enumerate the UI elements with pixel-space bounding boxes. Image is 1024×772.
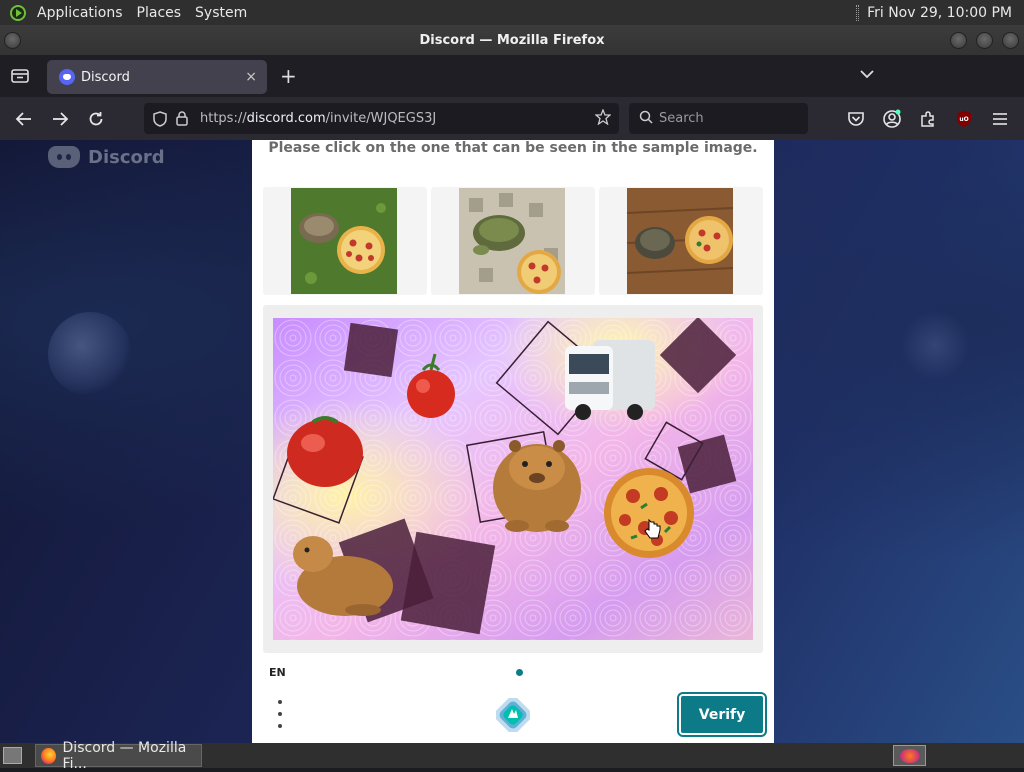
system-menu[interactable]: System: [188, 5, 254, 21]
firefox-icon: [41, 747, 56, 764]
discord-wordmark: Discord: [88, 146, 165, 168]
sample-tortoise-pizza-wood-image: [627, 188, 733, 294]
bottom-taskbar: Discord — Mozilla Fi...: [0, 740, 1024, 772]
language-selector[interactable]: EN: [269, 666, 286, 679]
task-image-area: [263, 305, 763, 653]
challenge-task-image[interactable]: [273, 318, 753, 640]
svg-text:uO: uO: [959, 116, 968, 123]
search-bar[interactable]: Search: [629, 103, 808, 134]
lock-icon[interactable]: [174, 111, 190, 127]
sample-tortoise-pizza-grass-image: [291, 188, 397, 294]
top-panel: Applications Places System Fri Nov 29, 1…: [0, 0, 1024, 25]
sample-image: [263, 187, 427, 295]
close-window-button[interactable]: [1002, 32, 1019, 49]
search-icon: [639, 110, 653, 128]
pocket-icon[interactable]: [844, 107, 868, 131]
shield-icon[interactable]: [152, 110, 168, 127]
discord-favicon-icon: [59, 69, 75, 85]
close-tab-icon[interactable]: ×: [245, 69, 257, 85]
discord-logo[interactable]: Discord: [48, 146, 165, 168]
clock[interactable]: Fri Nov 29, 10:00 PM: [867, 5, 1012, 21]
challenge-progress-dot: [516, 669, 523, 676]
taskbar-item-firefox[interactable]: Discord — Mozilla Fi...: [35, 740, 202, 772]
back-arrow-icon[interactable]: [12, 107, 36, 131]
nav-toolbar: https://discord.com/invite/WJQEGS3J Sear…: [0, 97, 1024, 140]
hcaptcha-logo-icon[interactable]: [494, 696, 532, 736]
new-tab-button[interactable]: +: [280, 64, 297, 88]
background-orb: [48, 312, 132, 396]
extensions-puzzle-icon[interactable]: [916, 107, 940, 131]
reload-icon[interactable]: [84, 107, 108, 131]
window-menu-button[interactable]: [4, 32, 21, 49]
verify-button[interactable]: Verify: [677, 692, 767, 737]
search-placeholder: Search: [659, 111, 704, 126]
chevron-down-icon[interactable]: [860, 67, 874, 83]
pizza-object: [604, 468, 694, 558]
firefox-mini-icon: [900, 749, 920, 763]
ublock-origin-icon[interactable]: uO: [952, 107, 976, 131]
list-all-tabs-icon[interactable]: [9, 65, 31, 87]
workspace-switcher[interactable]: [893, 745, 926, 766]
truck-object: [565, 340, 655, 420]
background-orb: [900, 310, 970, 380]
sample-image: [599, 187, 763, 295]
sample-image: [431, 187, 595, 295]
tab-discord[interactable]: Discord ×: [47, 60, 267, 94]
show-desktop-icon[interactable]: [3, 747, 22, 764]
maximize-button[interactable]: [976, 32, 993, 49]
url-bar[interactable]: https://discord.com/invite/WJQEGS3J: [144, 103, 619, 134]
tab-title: Discord: [81, 69, 130, 85]
url-text[interactable]: https://discord.com/invite/WJQEGS3J: [200, 111, 436, 126]
minimize-button[interactable]: [950, 32, 967, 49]
applications-menu[interactable]: Applications: [30, 5, 130, 21]
discord-glyph-icon: [48, 146, 80, 168]
window-titlebar[interactable]: Discord — Mozilla Firefox: [0, 25, 1024, 55]
challenge-prompt: Please click on the one that can be seen…: [268, 140, 758, 156]
window-title: Discord — Mozilla Firefox: [419, 32, 605, 48]
account-icon[interactable]: [880, 107, 904, 131]
sample-tortoise-pizza-tiles-image: [459, 188, 565, 294]
places-menu[interactable]: Places: [130, 5, 189, 21]
page-content: Discord Please click on the one that can…: [0, 140, 1024, 743]
bookmark-star-icon[interactable]: [594, 107, 612, 129]
forward-arrow-icon[interactable]: [48, 107, 72, 131]
distro-logo-icon[interactable]: [10, 4, 26, 21]
tab-strip: Discord × +: [0, 55, 1024, 97]
more-options-icon[interactable]: [276, 700, 284, 728]
taskbar-item-label: Discord — Mozilla Fi...: [62, 739, 187, 772]
hamburger-menu-icon[interactable]: [988, 107, 1012, 131]
hcaptcha-challenge: Please click on the one that can be seen…: [252, 140, 774, 743]
panel-handle: [856, 4, 860, 21]
